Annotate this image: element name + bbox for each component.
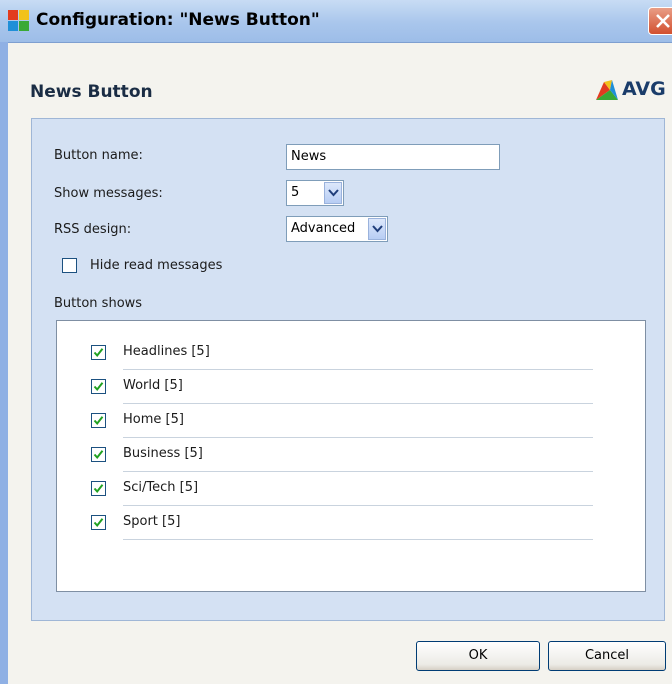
button-name-label: Button name: bbox=[54, 148, 143, 163]
list-item[interactable]: Business [5] bbox=[57, 439, 647, 473]
list-item[interactable]: World [5] bbox=[57, 371, 647, 405]
hide-read-label: Hide read messages bbox=[90, 258, 223, 273]
list-item[interactable]: Headlines [5] bbox=[57, 337, 647, 371]
checkmark-icon bbox=[93, 348, 104, 358]
checkmark-icon bbox=[93, 416, 104, 426]
feed-checkbox[interactable] bbox=[91, 481, 106, 496]
row-divider bbox=[123, 539, 593, 540]
feed-list: Headlines [5] World [5] Home [5] Busines… bbox=[56, 320, 646, 592]
list-item[interactable]: Sport [5] bbox=[57, 507, 647, 541]
feed-checkbox[interactable] bbox=[91, 413, 106, 428]
feed-label: World [5] bbox=[123, 378, 183, 393]
configuration-window: Configuration: "News Button" News Button… bbox=[0, 0, 672, 684]
window-title: Configuration: "News Button" bbox=[36, 10, 320, 30]
window-border bbox=[0, 42, 8, 684]
feed-label: Headlines [5] bbox=[123, 344, 210, 359]
rss-design-label: RSS design: bbox=[54, 222, 132, 237]
checkmark-icon bbox=[93, 484, 104, 494]
checkmark-icon bbox=[93, 518, 104, 528]
row-divider bbox=[123, 369, 593, 370]
title-bar[interactable]: Configuration: "News Button" bbox=[0, 0, 672, 43]
chevron-down-icon bbox=[328, 189, 339, 197]
rss-design-select[interactable]: Advanced bbox=[286, 216, 388, 242]
cancel-button[interactable]: Cancel bbox=[548, 641, 666, 671]
list-item[interactable]: Home [5] bbox=[57, 405, 647, 439]
show-messages-dropdown-button[interactable] bbox=[324, 182, 342, 204]
feed-checkbox[interactable] bbox=[91, 515, 106, 530]
avg-logo-icon bbox=[8, 10, 29, 31]
button-shows-label: Button shows bbox=[54, 296, 143, 311]
button-name-input[interactable]: News bbox=[286, 144, 500, 170]
feed-label: Business [5] bbox=[123, 446, 203, 461]
close-icon bbox=[656, 14, 670, 28]
checkmark-icon bbox=[93, 450, 104, 460]
show-messages-select[interactable]: 5 bbox=[286, 180, 344, 206]
feed-label: Home [5] bbox=[123, 412, 184, 427]
feed-label: Sport [5] bbox=[123, 514, 181, 529]
close-button[interactable] bbox=[648, 7, 672, 35]
row-divider bbox=[123, 403, 593, 404]
rss-design-dropdown-button[interactable] bbox=[368, 218, 386, 240]
feed-checkbox[interactable] bbox=[91, 379, 106, 394]
row-divider bbox=[123, 471, 593, 472]
chevron-down-icon bbox=[372, 225, 383, 233]
feed-label: Sci/Tech [5] bbox=[123, 480, 199, 495]
list-item[interactable]: Sci/Tech [5] bbox=[57, 473, 647, 507]
feed-checkbox[interactable] bbox=[91, 345, 106, 360]
rss-design-value: Advanced bbox=[291, 221, 356, 236]
show-messages-label: Show messages: bbox=[54, 186, 163, 201]
avg-logo-text: AVG bbox=[622, 78, 666, 100]
hide-read-checkbox[interactable] bbox=[62, 258, 77, 273]
row-divider bbox=[123, 437, 593, 438]
avg-brand-icon bbox=[596, 80, 618, 100]
page-title: News Button bbox=[30, 82, 153, 102]
feed-checkbox[interactable] bbox=[91, 447, 106, 462]
checkmark-icon bbox=[93, 382, 104, 392]
ok-button[interactable]: OK bbox=[416, 641, 540, 671]
show-messages-value: 5 bbox=[291, 185, 300, 200]
row-divider bbox=[123, 505, 593, 506]
